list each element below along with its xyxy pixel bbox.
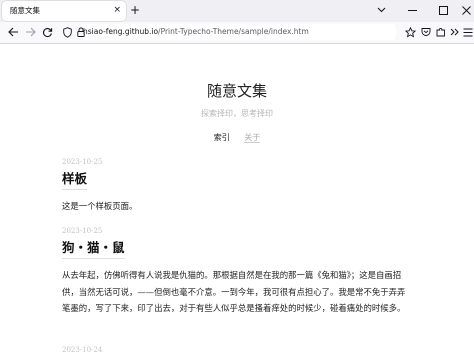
post-title[interactable]: 样板 [62, 168, 88, 190]
browser-tab[interactable]: 随意文集 × [2, 1, 126, 21]
maximize-icon[interactable] [436, 3, 450, 17]
back-arrow-icon[interactable] [6, 25, 20, 39]
pocket-icon[interactable] [419, 25, 433, 39]
site-title[interactable]: 随意文集 [0, 80, 474, 101]
tab-close-icon[interactable]: × [113, 4, 121, 16]
post-date: 2023-10-25 [62, 158, 103, 166]
post-entry: 2023-10-25 狗・猫・鼠 从去年起，仿佛听得有人说我是仇猫的。那根据自然… [62, 227, 412, 317]
post-entry: 2023-10-25 样板 这是一个样板页面。 [62, 158, 412, 215]
post-title[interactable]: 狗・猫・鼠 [62, 237, 125, 259]
web-page: 随意文集 探索择印，思考择印 索引 关于 2023-10-25 样板 这是一个样… [0, 44, 474, 354]
url-path: /Print-Typecho-Theme/sample/index.htm [158, 27, 309, 36]
reload-icon[interactable] [40, 25, 54, 39]
post-body: 这是一个样板页面。 [62, 201, 138, 211]
forward-arrow-icon[interactable] [23, 25, 37, 39]
overflow-icon[interactable] [447, 25, 461, 39]
minimize-icon[interactable] [405, 3, 419, 17]
star-icon[interactable] [403, 25, 417, 39]
nav-link-index[interactable]: 索引 [214, 133, 230, 142]
post-date: 2023-10-24 [62, 346, 103, 354]
shield-icon[interactable] [60, 25, 74, 39]
post-body: 从去年起，仿佛听得有人说我是仇猫的。那根据自然是在我的那一篇《兔和猫》；这是自画… [62, 270, 406, 313]
close-icon[interactable] [459, 3, 473, 17]
tab-title: 随意文集 [10, 6, 40, 15]
site-nav: 索引 关于 [0, 132, 474, 143]
browser-titlebar: 随意文集 × + [0, 0, 474, 22]
site-description: 探索择印，思考择印 [201, 109, 273, 118]
post-entry: 2023-10-24 [62, 346, 412, 354]
nav-link-about[interactable]: 关于 [244, 133, 261, 143]
address-bar[interactable]: hsiao-feng.github.io/Print-Typecho-Theme… [62, 24, 396, 40]
url-host: hsiao-feng.github.io [83, 27, 159, 36]
url-text[interactable]: hsiao-feng.github.io/Print-Typecho-Theme… [83, 27, 309, 36]
browser-toolbar: hsiao-feng.github.io/Print-Typecho-Theme… [0, 22, 474, 44]
new-tab-button[interactable]: + [130, 3, 140, 17]
extensions-icon[interactable] [434, 25, 448, 39]
menu-icon[interactable] [461, 25, 474, 39]
post-date: 2023-10-25 [62, 227, 103, 235]
list-all-tabs-icon[interactable] [374, 3, 388, 17]
